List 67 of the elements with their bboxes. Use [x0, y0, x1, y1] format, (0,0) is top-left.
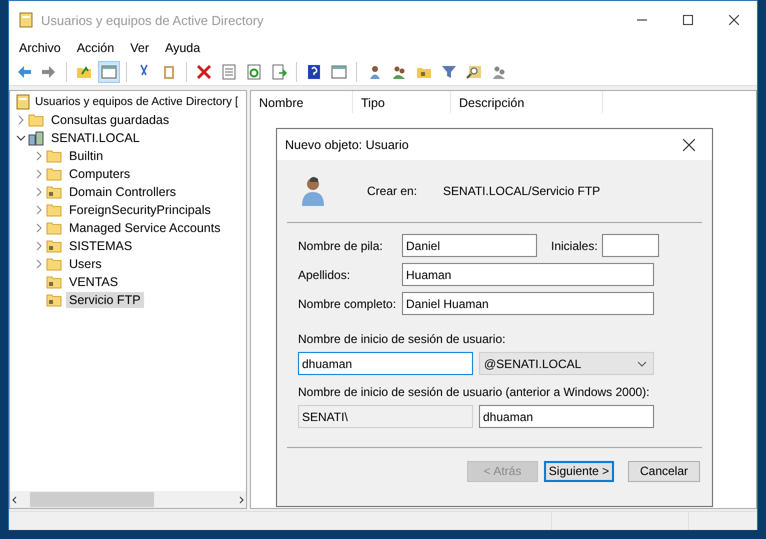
first-name-field[interactable]: Daniel: [402, 234, 537, 257]
tree-item[interactable]: Managed Service Accounts: [66, 220, 224, 236]
field-label: Nombre de inicio de sesión de usuario (anterior a Windows 2000):: [298, 385, 650, 399]
tree-item[interactable]: ForeignSecurityPrincipals: [66, 202, 214, 218]
folder-icon: [28, 113, 44, 127]
unit-folder-icon: [46, 275, 62, 289]
tree-item[interactable]: Usuarios y equipos de Active Directory [: [32, 95, 242, 109]
tree-item[interactable]: Domain Controllers: [66, 184, 179, 200]
menu-item[interactable]: Ver: [122, 39, 157, 59]
menu-item[interactable]: Archivo: [11, 39, 69, 59]
field-label: Iniciales:: [551, 238, 598, 252]
chevron-down-icon: [637, 360, 647, 366]
field-label: Nombre de pila:: [298, 238, 384, 252]
chevron-right-icon[interactable]: [36, 169, 42, 179]
create-in-label: Crear en:: [367, 184, 418, 198]
tree-item[interactable]: SENATI.LOCAL: [48, 130, 143, 146]
chevron-right-icon[interactable]: [36, 205, 42, 215]
tree-item[interactable]: Users: [66, 256, 105, 272]
field-label: Nombre de inicio de sesión de usuario:: [298, 332, 506, 346]
maximize-icon: [683, 15, 693, 25]
dialog-title: Nuevo objeto: Usuario: [285, 138, 410, 152]
book-icon: [16, 94, 30, 110]
initials-field[interactable]: [602, 234, 659, 257]
menu-item[interactable]: Acción: [68, 39, 122, 59]
logon-name-field[interactable]: dhuaman: [298, 352, 473, 375]
last-name-field[interactable]: Huaman: [402, 263, 654, 286]
chevron-right-icon[interactable]: [36, 187, 42, 197]
app-icon: [19, 12, 33, 28]
unit-folder-icon: [46, 239, 62, 253]
close-icon: [729, 15, 739, 25]
legacy-logon-field[interactable]: dhuaman: [479, 405, 654, 428]
window-title: Usuarios y equipos de Active Directory: [41, 12, 265, 28]
chevron-right-icon[interactable]: [36, 259, 42, 269]
tree-item[interactable]: VENTAS: [66, 274, 122, 290]
tree-item[interactable]: Computers: [66, 166, 134, 182]
dialog-button[interactable]: Siguiente >: [544, 460, 614, 482]
tree-item[interactable]: SISTEMAS: [66, 238, 136, 254]
console-tree-icon[interactable]: [98, 61, 120, 83]
dialog-button[interactable]: Cancelar: [628, 460, 700, 482]
column-header[interactable]: Tipo: [353, 91, 451, 113]
chevron-down-icon[interactable]: [16, 135, 26, 141]
full-name-field[interactable]: Daniel Huaman: [402, 292, 654, 315]
column-header[interactable]: Nombre: [251, 91, 353, 113]
close-icon: [683, 138, 695, 150]
domain-icon: [28, 130, 44, 146]
chevron-right-icon[interactable]: [36, 223, 42, 233]
folder-icon: [46, 167, 62, 181]
chevron-right-icon[interactable]: [18, 115, 24, 125]
unit-folder-icon: [46, 293, 62, 307]
folder-icon: [46, 221, 62, 235]
folder-icon: [46, 203, 62, 217]
tree-item[interactable]: Builtin: [66, 148, 106, 164]
tree-item[interactable]: Consultas guardadas: [48, 112, 172, 128]
folder-icon: [46, 149, 62, 163]
chevron-right-icon[interactable]: [36, 241, 42, 251]
domain-dropdown[interactable]: @SENATI.LOCAL: [479, 352, 654, 375]
create-in-path: SENATI.LOCAL/Servicio FTP: [443, 184, 600, 198]
user-icon: [301, 175, 325, 207]
menu-item[interactable]: Ayuda: [156, 39, 208, 59]
column-header[interactable]: Descripción: [451, 91, 603, 113]
chevron-right-icon[interactable]: [36, 151, 42, 161]
folder-icon: [46, 257, 62, 271]
field-label: Nombre completo:: [298, 296, 398, 310]
horizontal-scrollbar[interactable]: [10, 491, 246, 508]
unit-folder-icon: [46, 185, 62, 199]
tree-item[interactable]: Servicio FTP: [66, 292, 144, 308]
field-label: Apellidos:: [298, 268, 352, 282]
